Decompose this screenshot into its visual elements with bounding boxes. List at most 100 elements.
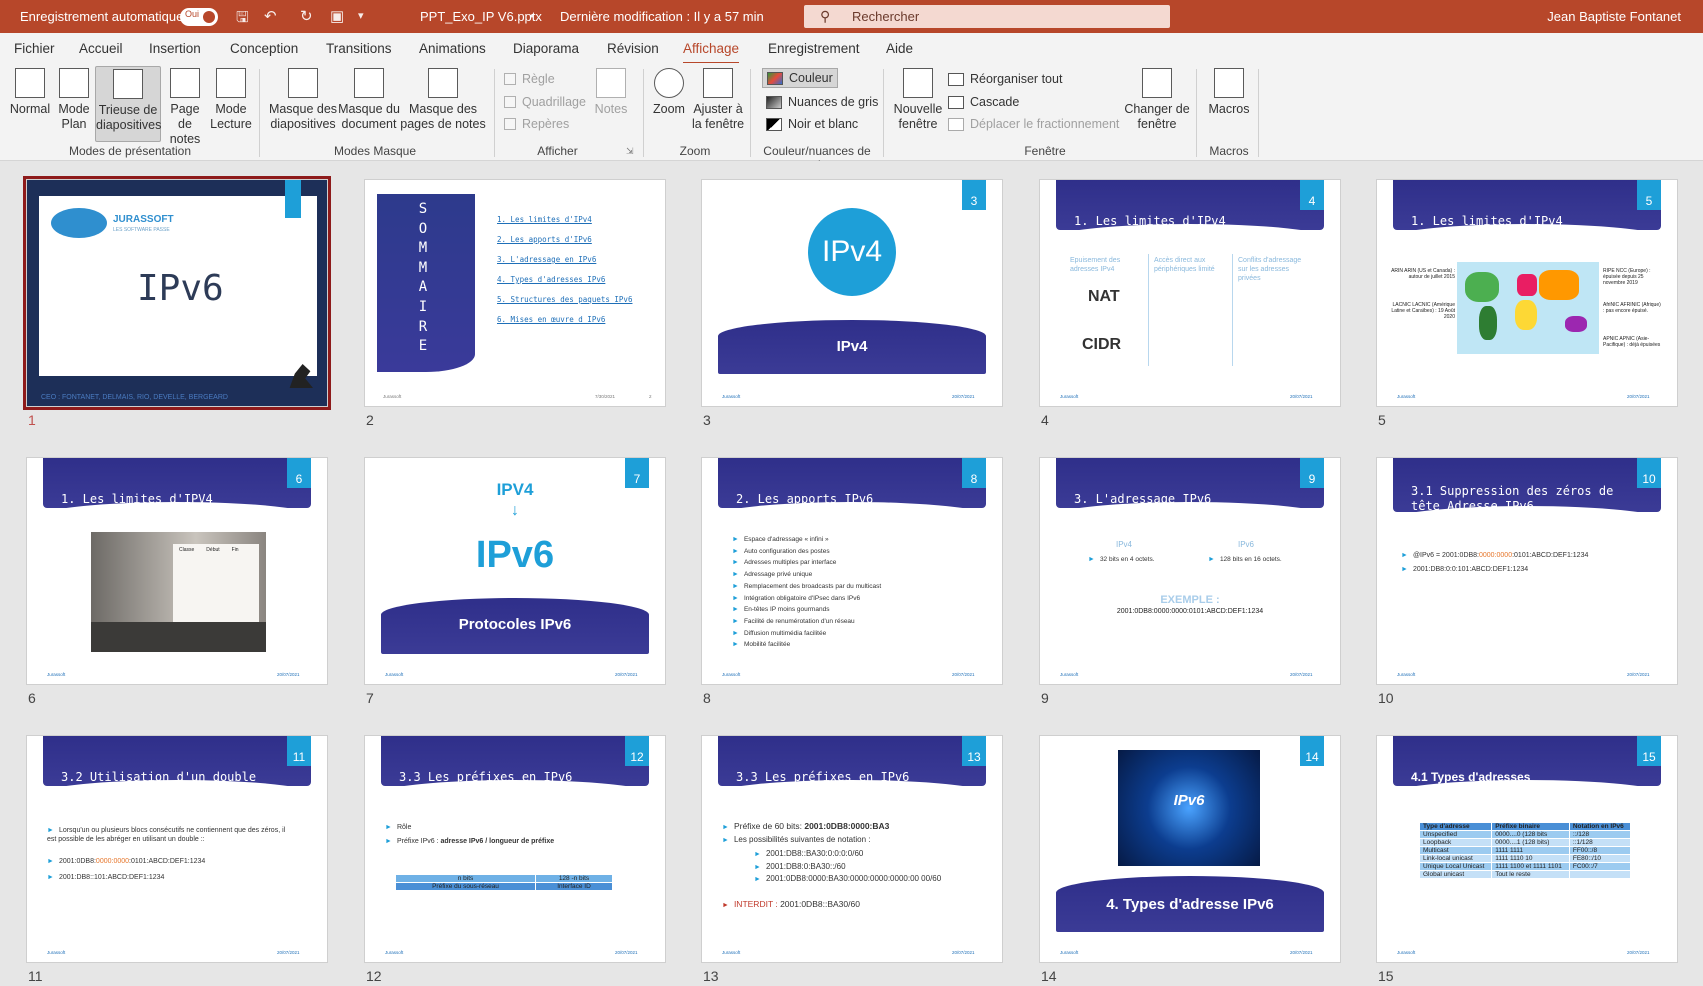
zoom-button[interactable]: Zoom [650,66,688,117]
grayscale-button[interactable]: Nuances de gris [766,95,878,109]
group-label-views: Modes de présentation [68,144,192,158]
color-swatch-icon [767,71,783,85]
address-types-table: Type d'adresse Préfixe binaire Notation en… [1418,822,1632,879]
separator [883,69,884,157]
slide-number: 1 [28,412,36,428]
slide-tag: 8 [962,458,986,488]
slide-sorter-button[interactable]: Trieuse de diapositives [95,66,161,142]
handout-master-icon [354,68,384,98]
outline-view-icon [59,68,89,98]
slide-12-thumbnail[interactable]: 3.3 Les préfixes en IPv6 12 ► Rôle ► Préfi… [364,735,666,963]
slide-10-thumbnail[interactable]: 3.1 Suppression des zéros de tête Adress… [1376,457,1678,685]
undo-icon[interactable]: ↶ [264,7,277,25]
arrange-all-button[interactable]: Réorganiser tout [948,72,1062,86]
slide-7-thumbnail[interactable]: 7 IPV4 ↓ IPv6 Protocoles IPv6 Jurassoft … [364,457,666,685]
ipv6-globe-image: IPv6 [1118,750,1260,866]
normal-view-button[interactable]: Normal [8,66,52,117]
ribbon-tabs: Fichier Accueil Insertion Conception Tra… [0,33,1703,65]
split-icon [948,117,964,131]
tab-fichier[interactable]: Fichier [14,41,55,56]
tab-revision[interactable]: Révision [607,41,659,56]
slide-title: IPv6 [137,268,224,309]
search-placeholder: Rechercher [852,9,920,24]
redo-icon[interactable]: ↻ [300,7,313,25]
ruler-checkbox[interactable]: Règle [504,72,555,86]
user-name[interactable]: Jean Baptiste Fontanet [1547,9,1681,24]
separator [259,69,260,157]
new-window-icon [903,68,933,98]
tab-diaporama[interactable]: Diaporama [513,41,579,56]
checkbox-icon [504,118,516,130]
separator [643,69,644,157]
guides-checkbox[interactable]: Repères [504,117,569,131]
world-map [1457,262,1599,354]
tab-animations[interactable]: Animations [419,41,486,56]
sommaire-letters: SOMMAIRE [418,201,428,355]
tab-aide[interactable]: Aide [886,41,913,56]
slide-15-thumbnail[interactable]: 4.1 Types d'adresses 15 Type d'adresse Pr… [1376,735,1678,963]
last-modified[interactable]: Dernière modification : Il y a 57 min [560,9,764,24]
slide-13-thumbnail[interactable]: 3.3 Les préfixes en IPv6 13 ► Préfixe de … [701,735,1003,963]
slide-5-thumbnail[interactable]: 1. Les limites d'IPv4 5 ARIN ARIN (US et… [1376,179,1678,407]
outline-view-button[interactable]: Mode Plan [56,66,92,132]
separator [750,69,751,157]
slide-number: 14 [1041,968,1057,984]
slide-number: 7 [366,690,374,706]
tab-enregistrement[interactable]: Enregistrement [768,41,860,56]
normal-view-icon [15,68,45,98]
slide-11-thumbnail[interactable]: 3.2 Utilisation d'un double 11 ► Lorsqu'u… [26,735,328,963]
slide-1-thumbnail[interactable]: JURASSOFT LES SOFTWARE PASSE IPv6 CEO : … [23,176,331,410]
fit-window-button[interactable]: Ajuster à la fenêtre [688,66,748,132]
gridlines-checkbox[interactable]: Quadrillage [504,95,586,109]
tab-accueil[interactable]: Accueil [79,41,123,56]
slide-6-thumbnail[interactable]: 1. Les limites d'IPV4 6 Classe Début Fin J… [26,457,328,685]
tab-affichage[interactable]: Affichage [683,41,740,65]
whiteboard: Classe Début Fin [173,544,259,624]
handout-master-button[interactable]: Masque du document [336,66,402,132]
move-split-button[interactable]: Déplacer le fractionnement [948,117,1119,131]
search-box[interactable]: ⚲ Rechercher [804,5,1170,28]
slide-title: 1. Les limites d'IPv4 [1074,214,1226,228]
autosave-state: Oui [185,9,200,19]
black-white-button[interactable]: Noir et blanc [766,117,858,131]
color-mode-button[interactable]: Couleur [762,68,838,88]
slide-number: 2 [366,412,374,428]
slide-8-thumbnail[interactable]: 2. Les apports IPv6 8 ► Espace d'adressag… [701,457,1003,685]
slide-number: 9 [1041,690,1049,706]
slide-title: 3.3 Les préfixes en IPv6 [399,770,573,784]
save-icon[interactable]: 🖫 [236,7,249,32]
slide-14-thumbnail[interactable]: 14 IPv6 4. Types d'adresse IPv6 Jurassof… [1039,735,1341,963]
dialog-launcher-icon[interactable]: ⇲ [626,146,634,157]
notes-pane-button[interactable]: Notes [593,66,629,117]
tab-insertion[interactable]: Insertion [149,41,201,56]
slide-3-thumbnail[interactable]: 3 IPv4 IPv4 Jurassoft 20/07/2021 [701,179,1003,407]
slide-4-thumbnail[interactable]: 1. Les limites d'IPv4 4 Epuisement des a… [1039,179,1341,407]
present-icon[interactable]: ▣ [330,7,344,25]
tab-conception[interactable]: Conception [230,41,298,56]
slide-tag: 14 [1300,736,1324,766]
checkbox-icon [504,96,516,108]
new-window-button[interactable]: Nouvelle fenêtre [890,66,946,132]
tab-transitions[interactable]: Transitions [326,41,392,56]
grayscale-swatch-icon [766,95,782,109]
reading-view-icon [216,68,246,98]
slide-master-button[interactable]: Masque des diapositives [268,66,338,132]
notes-page-button[interactable]: Page de notes [162,66,208,147]
slide-sorter-icon [113,69,143,99]
switch-window-button[interactable]: Changer de fenêtre [1124,66,1190,132]
slide-number: 3 [703,412,711,428]
customize-qat-icon[interactable]: ▾ [358,9,364,22]
prefix-table: n bits 128 -n bits Préfixe du sous-réseau… [395,874,613,891]
slide-9-thumbnail[interactable]: 3. L'adressage IPv6 9 IPv4 IPv6 ► 32 bits… [1039,457,1341,685]
notes-master-button[interactable]: Masque des pages de notes [400,66,486,132]
cascade-button[interactable]: Cascade [948,95,1019,109]
fit-window-icon [703,68,733,98]
macros-button[interactable]: Macros [1206,66,1252,117]
reading-view-button[interactable]: Mode Lecture [210,66,252,132]
sommaire-list: 1. Les limites d'IPv4 2. Les apports d'I… [497,215,633,324]
arrow-down-icon: ↓ [511,502,519,519]
slide-number: 5 [1378,412,1386,428]
slide-2-thumbnail[interactable]: SOMMAIRE 1. Les limites d'IPv4 2. Les ap… [364,179,666,407]
cascade-icon [948,95,964,109]
file-name: PPT_Exo_IP V6.pptx [420,9,542,24]
